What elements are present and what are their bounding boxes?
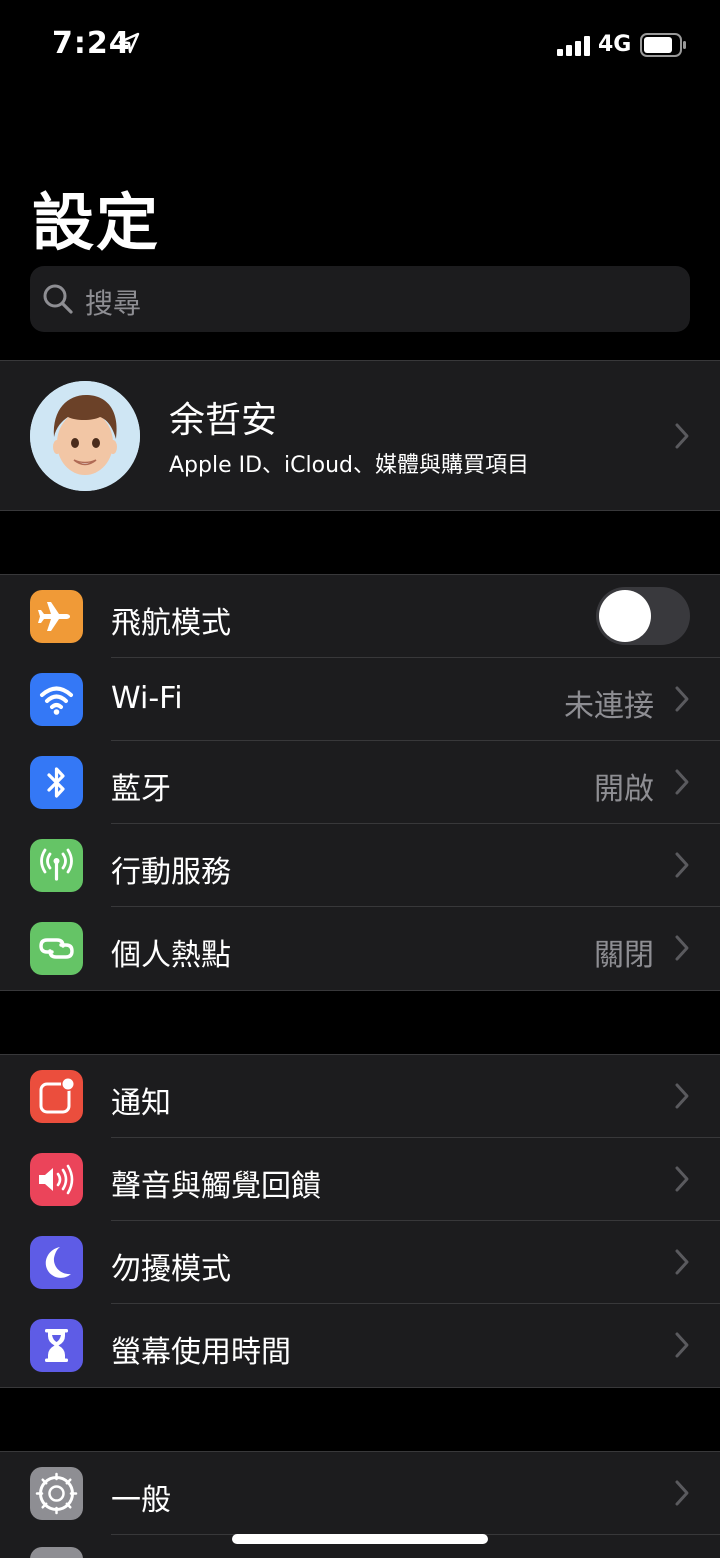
notification-icon (30, 1070, 83, 1123)
row-label: 藍牙 (111, 772, 171, 807)
settings-row-do-not-disturb[interactable]: 勿擾模式 (0, 1221, 720, 1304)
row-value: 未連接 (564, 689, 654, 724)
settings-row-notifications[interactable]: 通知 (0, 1055, 720, 1138)
chevron-right-icon (675, 686, 689, 712)
chevron-right-icon (675, 769, 689, 795)
search-icon (43, 284, 73, 314)
bluetooth-icon (30, 756, 83, 809)
chevron-right-icon (675, 1249, 689, 1275)
row-label: 勿擾模式 (111, 1252, 231, 1287)
settings-row-personal-hotspot[interactable]: 個人熱點 關閉 (0, 907, 720, 990)
chevron-right-icon (675, 423, 689, 449)
gear-icon (30, 1467, 83, 1520)
antenna-icon (30, 839, 83, 892)
chevron-right-icon (675, 935, 689, 961)
search-placeholder: 搜尋 (85, 287, 142, 320)
hourglass-icon (30, 1319, 83, 1372)
profile-subtitle: Apple ID、iCloud、媒體與購買項目 (169, 453, 530, 478)
row-label: 行動服務 (111, 855, 231, 890)
row-label: 一般 (111, 1483, 171, 1518)
avatar (30, 381, 140, 491)
settings-screen: 7:24 4G 設定 搜尋 余哲安 Apple ID、iCloud、媒體與購買項… (0, 0, 720, 1558)
connectivity-group: 飛航模式 Wi-Fi 未連接 藍牙 開啟 行動服務 個人熱點 關閉 (0, 574, 720, 991)
chevron-right-icon (675, 1083, 689, 1109)
hotspot-icon (30, 922, 83, 975)
chevron-right-icon (675, 1166, 689, 1192)
settings-row-cellular[interactable]: 行動服務 (0, 824, 720, 907)
settings-row-general[interactable]: 一般 (0, 1452, 720, 1535)
search-field[interactable]: 搜尋 (30, 266, 690, 332)
settings-row-wifi[interactable]: Wi-Fi 未連接 (0, 658, 720, 741)
partial-app-icon (30, 1547, 83, 1558)
speaker-icon (30, 1153, 83, 1206)
settings-row-airplane-mode: 飛航模式 (0, 575, 720, 658)
profile-name: 余哲安 (169, 400, 278, 441)
chevron-right-icon (675, 1480, 689, 1506)
row-label: Wi-Fi (111, 681, 183, 716)
home-indicator[interactable] (232, 1534, 488, 1544)
attention-group: 通知 聲音與觸覺回饋 勿擾模式 螢幕使用時間 (0, 1054, 720, 1388)
airplane-mode-toggle[interactable] (596, 587, 690, 645)
row-label: 飛航模式 (111, 606, 231, 641)
row-label: 螢幕使用時間 (111, 1335, 291, 1370)
apple-id-row[interactable]: 余哲安 Apple ID、iCloud、媒體與購買項目 (0, 360, 720, 511)
page-title: 設定 (32, 186, 161, 259)
settings-row-sounds-haptics[interactable]: 聲音與觸覺回饋 (0, 1138, 720, 1221)
status-bar: 7:24 4G (0, 0, 720, 90)
battery-icon (640, 33, 686, 57)
row-label: 個人熱點 (111, 938, 231, 973)
signal-bars-icon (557, 36, 590, 56)
chevron-right-icon (675, 1332, 689, 1358)
row-label: 聲音與觸覺回饋 (111, 1169, 321, 1204)
toggle-knob (599, 590, 651, 642)
network-type: 4G (598, 32, 632, 57)
wifi-icon (30, 673, 83, 726)
row-value: 關閉 (594, 938, 654, 973)
airplane-icon (30, 590, 83, 643)
settings-row-screen-time[interactable]: 螢幕使用時間 (0, 1304, 720, 1387)
moon-icon (30, 1236, 83, 1289)
location-arrow-icon (118, 32, 140, 54)
row-value: 開啟 (594, 772, 654, 807)
settings-row-bluetooth[interactable]: 藍牙 開啟 (0, 741, 720, 824)
row-label: 通知 (111, 1086, 171, 1121)
chevron-right-icon (675, 852, 689, 878)
